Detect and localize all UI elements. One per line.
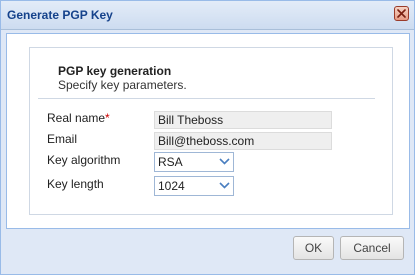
section-header: PGP key generation Specify key parameter… bbox=[38, 53, 375, 99]
email-label: Email bbox=[47, 132, 78, 146]
chevron-down-icon bbox=[219, 182, 230, 189]
required-marker: * bbox=[105, 111, 110, 125]
email-field[interactable]: Bill@theboss.com bbox=[154, 132, 332, 150]
dialog-titlebar[interactable]: Generate PGP Key bbox=[1, 1, 414, 30]
close-icon bbox=[397, 9, 406, 18]
generate-pgp-key-dialog: Generate PGP Key PGP key generation Spec… bbox=[0, 0, 415, 275]
section-subtitle: Specify key parameters. bbox=[58, 78, 187, 92]
close-button[interactable] bbox=[394, 6, 409, 21]
key-parameters-panel: PGP key generation Specify key parameter… bbox=[29, 47, 393, 215]
real-name-field[interactable]: Bill Theboss bbox=[154, 111, 332, 129]
key-length-value: 1024 bbox=[158, 179, 185, 193]
key-algorithm-label: Key algorithm bbox=[47, 153, 121, 167]
key-algorithm-select[interactable]: RSA bbox=[154, 152, 234, 172]
cancel-button[interactable]: Cancel bbox=[340, 236, 404, 260]
dialog-title: Generate PGP Key bbox=[7, 8, 113, 22]
ok-button[interactable]: OK bbox=[293, 236, 334, 260]
chevron-down-icon bbox=[219, 158, 230, 165]
real-name-label: Real name* bbox=[47, 111, 110, 125]
key-algorithm-value: RSA bbox=[158, 155, 183, 169]
dialog-body: PGP key generation Specify key parameter… bbox=[6, 33, 410, 229]
section-title: PGP key generation bbox=[58, 64, 172, 78]
key-length-label: Key length bbox=[47, 177, 104, 191]
real-name-label-text: Real name bbox=[47, 111, 106, 125]
dialog-footer: OK Cancel bbox=[1, 229, 414, 274]
key-length-select[interactable]: 1024 bbox=[154, 176, 234, 196]
